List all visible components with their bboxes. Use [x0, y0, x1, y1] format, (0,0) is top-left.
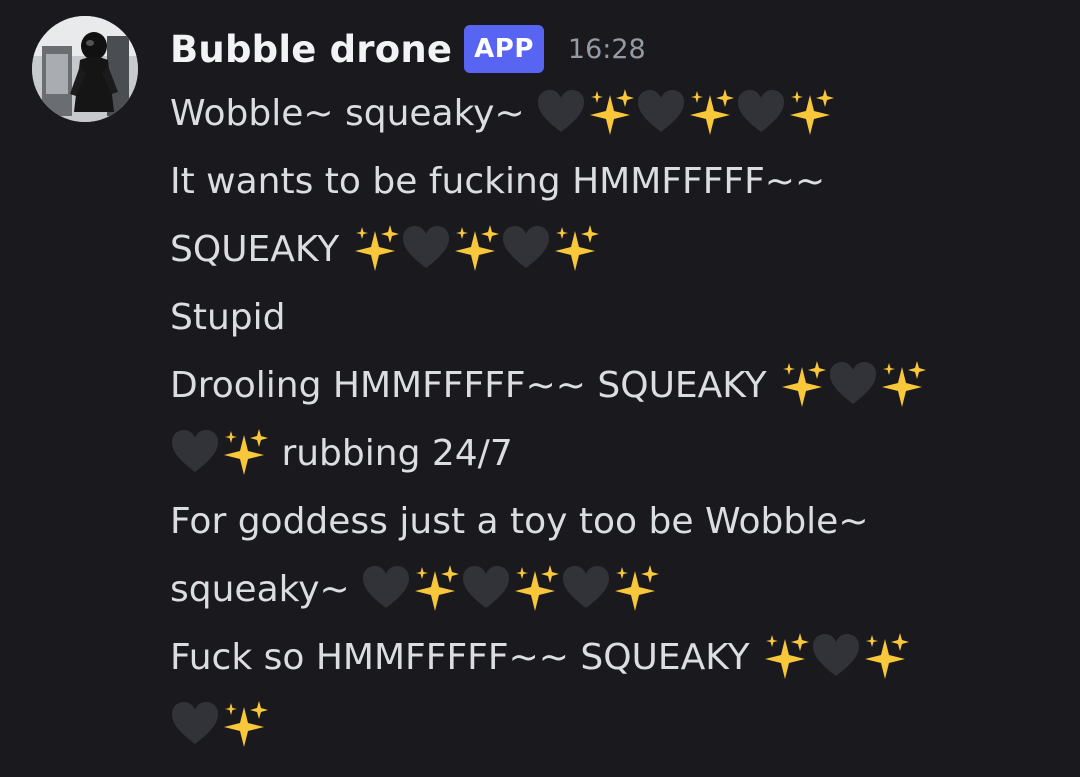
black-heart-icon — [636, 87, 686, 137]
chat-message: Bubble drone APP 16:28 Wobble~ squeaky~ … — [0, 0, 1080, 777]
sparkles-icon — [586, 87, 636, 137]
black-heart-icon — [561, 563, 611, 613]
message-line — [170, 692, 1050, 760]
black-heart-icon — [736, 87, 786, 137]
sparkles-icon — [451, 223, 501, 273]
message-timestamp[interactable]: 16:28 — [568, 34, 646, 65]
message-line: rubbing 24/7 — [170, 420, 1050, 488]
message-line: squeaky~ — [170, 556, 1050, 624]
author-name[interactable]: Bubble drone — [170, 28, 452, 71]
sparkles-icon — [686, 87, 736, 137]
sparkles-icon — [351, 223, 401, 273]
sparkles-icon — [551, 223, 601, 273]
message-line: SQUEAKY — [170, 216, 1050, 284]
message-line: Drooling HMMFFFFF~~ SQUEAKY — [170, 352, 1050, 420]
message-text: It wants to be fucking HMMFFFFF~~ — [170, 161, 826, 202]
black-heart-icon — [170, 427, 220, 477]
sparkles-icon — [611, 563, 661, 613]
message-line: It wants to be fucking HMMFFFFF~~ — [170, 148, 1050, 216]
avatar-photo — [32, 16, 138, 122]
black-heart-icon — [501, 223, 551, 273]
sparkles-icon — [220, 427, 270, 477]
sparkles-icon — [786, 87, 836, 137]
black-heart-icon — [828, 359, 878, 409]
sparkles-icon — [761, 631, 811, 681]
sparkles-icon — [778, 359, 828, 409]
app-badge: APP — [464, 25, 544, 73]
black-heart-icon — [536, 87, 586, 137]
message-text: squeaky~ — [170, 569, 362, 610]
sparkles-icon — [878, 359, 928, 409]
message-text: Drooling HMMFFFFF~~ SQUEAKY — [170, 365, 779, 406]
message-text: For goddess just a toy too be Wobble~ — [170, 501, 869, 542]
message-line: Wobble~ squeaky~ — [170, 80, 1050, 148]
message-line: Fuck so HMMFFFFF~~ SQUEAKY — [170, 624, 1050, 692]
message-text: Stupid — [170, 297, 286, 338]
message-text: rubbing 24/7 — [270, 433, 513, 474]
black-heart-icon — [461, 563, 511, 613]
message-text: Wobble~ squeaky~ — [170, 93, 537, 134]
message-text: SQUEAKY — [170, 229, 351, 270]
black-heart-icon — [361, 563, 411, 613]
message-text: Fuck so HMMFFFFF~~ SQUEAKY — [170, 637, 762, 678]
message-content: Wobble~ squeaky~ It wants to be fucking … — [170, 80, 1050, 760]
black-heart-icon — [401, 223, 451, 273]
black-heart-icon — [170, 699, 220, 749]
sparkles-icon — [411, 563, 461, 613]
sparkles-icon — [220, 699, 270, 749]
sparkles-icon — [511, 563, 561, 613]
message-header: Bubble drone APP 16:28 — [170, 22, 646, 76]
message-line: Stupid — [170, 284, 1050, 352]
message-line: For goddess just a toy too be Wobble~ — [170, 488, 1050, 556]
black-heart-icon — [811, 631, 861, 681]
user-avatar[interactable] — [32, 16, 138, 122]
sparkles-icon — [861, 631, 911, 681]
